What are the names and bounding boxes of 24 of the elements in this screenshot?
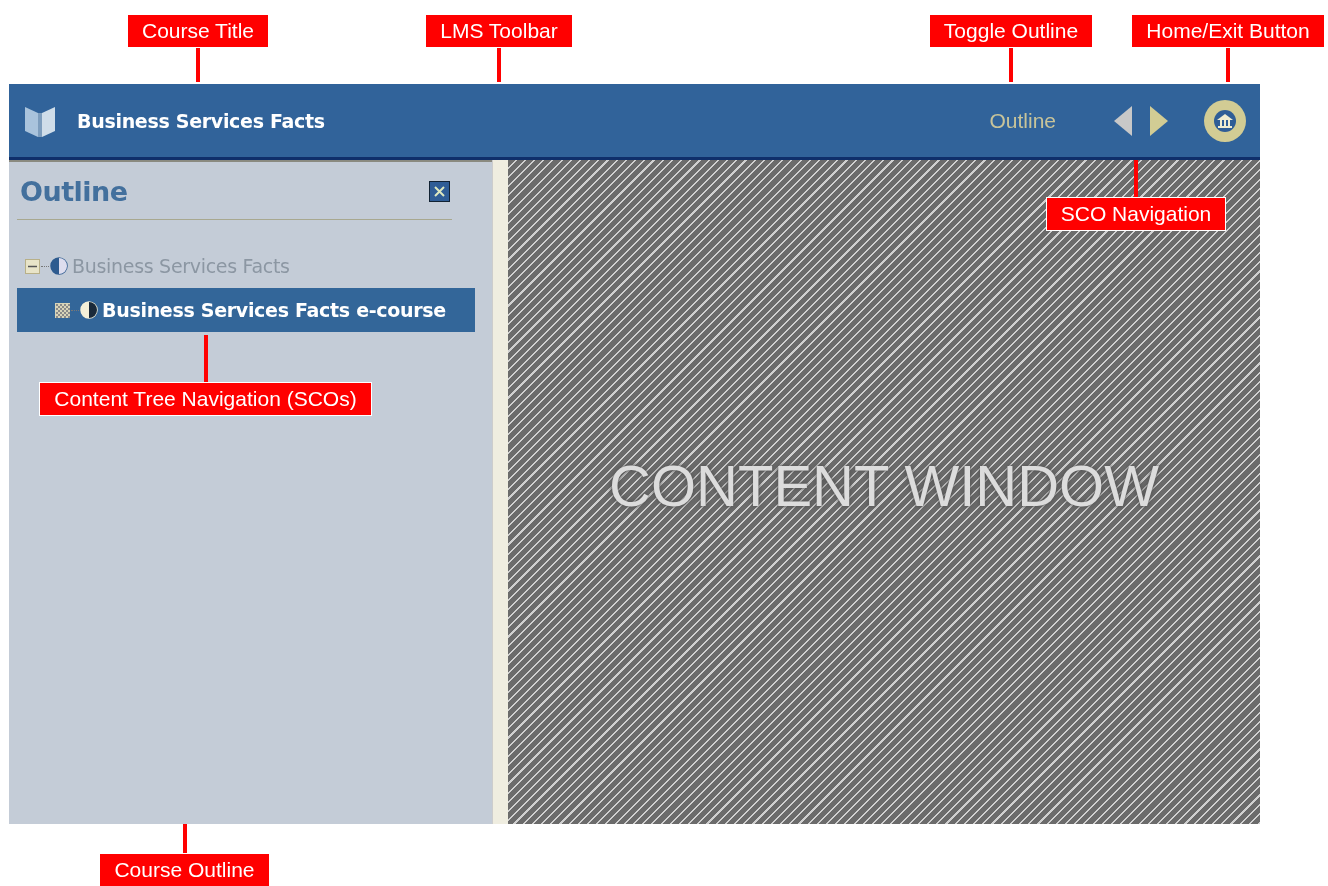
- next-button[interactable]: [1150, 105, 1168, 136]
- callout-label: Content Tree Navigation (SCOs): [39, 382, 372, 416]
- half-circle-icon: [80, 301, 98, 319]
- home-icon: [1213, 108, 1237, 133]
- callout-label: Course Title: [126, 14, 269, 48]
- close-icon: [434, 186, 445, 197]
- tree-item-label: Business Services Facts e-course: [102, 299, 446, 321]
- callout-label: Home/Exit Button: [1131, 14, 1325, 48]
- outline-title: Outline: [20, 176, 128, 207]
- callout-label: LMS Toolbar: [425, 14, 573, 48]
- callout-label: Course Outline: [99, 853, 270, 886]
- checker-icon: [55, 302, 70, 318]
- collapse-icon[interactable]: [25, 258, 40, 274]
- callout-label: SCO Navigation: [1045, 197, 1227, 231]
- previous-button[interactable]: [1114, 105, 1132, 136]
- tree-item-label: Business Services Facts: [72, 255, 290, 277]
- half-circle-icon: [50, 257, 68, 275]
- callout-label: Toggle Outline: [928, 14, 1094, 48]
- tree-item[interactable]: Business Services Facts e-course: [17, 288, 475, 332]
- tree-item[interactable]: Business Services Facts: [17, 244, 475, 288]
- close-button[interactable]: [429, 181, 450, 202]
- course-title: Business Services Facts: [77, 109, 325, 132]
- outline-toggle[interactable]: Outline: [989, 108, 1056, 133]
- home-button[interactable]: [1204, 99, 1246, 142]
